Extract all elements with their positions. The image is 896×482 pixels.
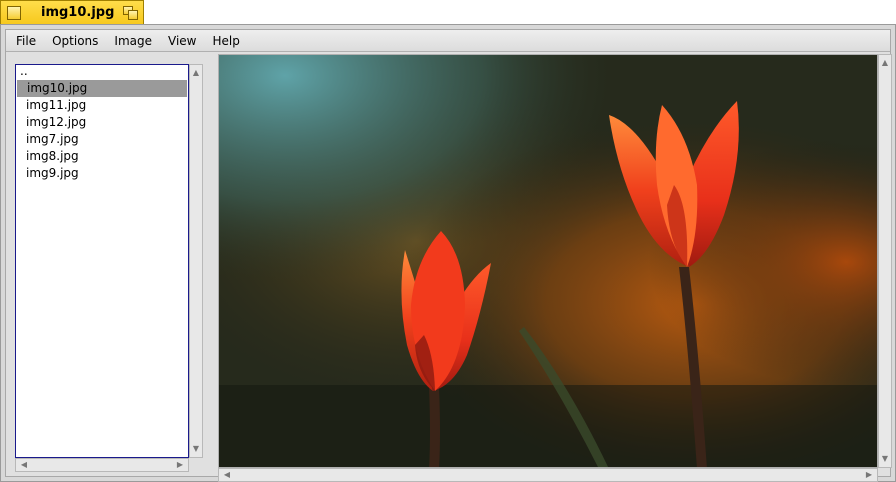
window-title: img10.jpg: [41, 5, 115, 20]
zoom-box-icon[interactable]: [123, 6, 139, 20]
menu-view[interactable]: View: [160, 34, 204, 48]
list-item[interactable]: img7.jpg: [16, 131, 188, 148]
file-list-panel: .. img10.jpg img11.jpg img12.jpg img7.jp…: [15, 64, 203, 472]
arrow-down-icon[interactable]: ▼: [879, 453, 891, 465]
image-horizontal-scrollbar[interactable]: ◀ ▶: [218, 468, 878, 482]
image-view[interactable]: [218, 54, 878, 468]
list-item[interactable]: img10.jpg: [17, 80, 187, 97]
image-vertical-scrollbar[interactable]: ▲ ▼: [878, 54, 892, 468]
arrow-left-icon[interactable]: ◀: [18, 459, 30, 471]
menu-options[interactable]: Options: [44, 34, 106, 48]
window-content: File Options Image View Help .. img10.jp…: [5, 29, 892, 482]
arrow-right-icon[interactable]: ▶: [863, 469, 875, 481]
arrow-up-icon[interactable]: ▲: [879, 57, 891, 69]
list-item[interactable]: img9.jpg: [16, 165, 188, 182]
list-vertical-scrollbar[interactable]: ▲ ▼: [189, 64, 203, 458]
menu-file[interactable]: File: [8, 34, 44, 48]
file-list[interactable]: .. img10.jpg img11.jpg img12.jpg img7.jp…: [15, 64, 189, 458]
list-item[interactable]: img11.jpg: [16, 97, 188, 114]
arrow-left-icon[interactable]: ◀: [221, 469, 233, 481]
list-item[interactable]: img8.jpg: [16, 148, 188, 165]
list-item-parent-dir[interactable]: ..: [16, 65, 188, 80]
menu-help[interactable]: Help: [204, 34, 247, 48]
tulip-photo: [219, 55, 877, 467]
arrow-down-icon[interactable]: ▼: [190, 443, 202, 455]
arrow-up-icon[interactable]: ▲: [190, 67, 202, 79]
window-tab[interactable]: img10.jpg: [0, 0, 144, 25]
close-box-icon[interactable]: [7, 6, 21, 20]
menu-bar: File Options Image View Help: [6, 30, 890, 52]
menu-image[interactable]: Image: [106, 34, 160, 48]
arrow-right-icon[interactable]: ▶: [174, 459, 186, 471]
list-item[interactable]: img12.jpg: [16, 114, 188, 131]
list-horizontal-scrollbar[interactable]: ◀ ▶: [15, 458, 189, 472]
window-frame: File Options Image View Help .. img10.jp…: [0, 24, 896, 482]
